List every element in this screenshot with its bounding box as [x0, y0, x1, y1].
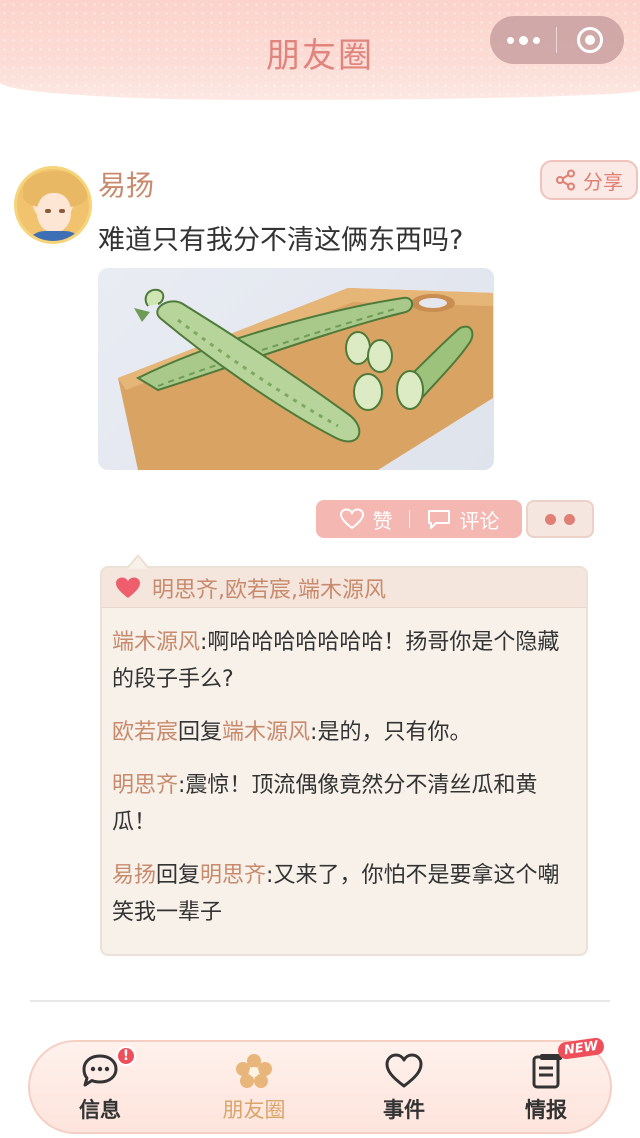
- target-icon: [577, 27, 603, 53]
- reply-word: 回复: [156, 863, 201, 888]
- dot-icon: [532, 36, 540, 44]
- likes-row: 明思齐,欧若宸,端木源风: [102, 568, 586, 608]
- new-tag: NEW: [557, 1036, 606, 1061]
- comment-button[interactable]: 评论: [460, 505, 500, 534]
- post-text: 难道只有我分不清这俩东西吗?: [98, 225, 464, 256]
- post-image[interactable]: [98, 268, 494, 470]
- comment-author[interactable]: 端木源风: [112, 630, 200, 655]
- nav-item-moments[interactable]: 朋友圈: [194, 1052, 314, 1128]
- avatar[interactable]: [14, 166, 92, 244]
- section-divider: [30, 1000, 610, 1002]
- nav-label: 朋友圈: [222, 1098, 286, 1122]
- nav-label: 情报: [525, 1098, 567, 1122]
- mini-program-capsule: [490, 16, 624, 64]
- cucumber-illustration: [118, 288, 493, 470]
- document-icon: [532, 1054, 562, 1089]
- comment-list: 端木源风:啊哈哈哈哈哈哈哈！扬哥你是个隐藏的段子手么? 欧若宸回复端木源风:是的…: [112, 624, 572, 947]
- share-button[interactable]: 分享: [540, 160, 638, 200]
- more-menu-button[interactable]: [490, 16, 556, 64]
- comment-icon: [427, 510, 450, 529]
- close-mini-program-button[interactable]: [557, 16, 623, 64]
- action-divider: [408, 510, 410, 528]
- nav-label: 信息: [79, 1098, 121, 1122]
- nav-label: 事件: [383, 1098, 425, 1122]
- nav-item-messages[interactable]: ! 信息: [40, 1046, 160, 1128]
- dot-icon: [518, 35, 528, 45]
- dot-icon: [506, 36, 514, 44]
- dot-icon: [564, 513, 575, 525]
- comment-item[interactable]: 端木源风:啊哈哈哈哈哈哈哈！扬哥你是个隐藏的段子手么?: [112, 624, 572, 698]
- bottom-nav: ! 信息 朋友圈 事件 NEW 情报: [28, 1036, 612, 1134]
- reply-target[interactable]: 端木源风: [222, 720, 310, 745]
- share-icon: [556, 169, 575, 191]
- flower-icon: [236, 1054, 272, 1088]
- comment-author[interactable]: 明思齐: [112, 773, 178, 798]
- comment-author[interactable]: 易扬: [112, 863, 156, 888]
- reply-word: 回复: [178, 720, 223, 745]
- share-label: 分享: [583, 169, 623, 194]
- top-bar: 朋友圈: [0, 0, 640, 100]
- post-author[interactable]: 易扬: [98, 164, 154, 204]
- liked-by-names: 明思齐,欧若宸,端木源风: [152, 577, 386, 603]
- reply-target[interactable]: 明思齐: [200, 863, 266, 888]
- nav-item-intel[interactable]: NEW 情报: [486, 1036, 606, 1128]
- more-actions-button[interactable]: [526, 500, 594, 538]
- heart-outline-icon: [339, 508, 364, 530]
- heart-icon: [385, 1053, 423, 1088]
- heart-icon: [116, 577, 140, 598]
- comment-item[interactable]: 欧若宸回复端木源风:是的，只有你。: [112, 714, 572, 751]
- comment-item[interactable]: 易扬回复明思齐:又来了，你怕不是要拿这个嘲笑我一辈子: [112, 857, 572, 931]
- like-comment-bar: 赞 评论: [316, 500, 522, 538]
- comment-author[interactable]: 欧若宸: [112, 720, 178, 745]
- chat-bubble-icon: [82, 1054, 118, 1087]
- dot-icon: [545, 513, 556, 525]
- comment-item[interactable]: 明思齐:震惊！顶流偶像竟然分不清丝瓜和黄瓜！: [112, 767, 572, 841]
- comment-panel: 明思齐,欧若宸,端木源风 端木源风:啊哈哈哈哈哈哈哈！扬哥你是个隐藏的段子手么?…: [100, 554, 588, 956]
- comment-text: :是的，只有你。: [310, 720, 472, 745]
- nav-item-events[interactable]: 事件: [344, 1052, 464, 1128]
- unread-badge: !: [116, 1046, 136, 1066]
- like-button[interactable]: 赞: [373, 505, 393, 534]
